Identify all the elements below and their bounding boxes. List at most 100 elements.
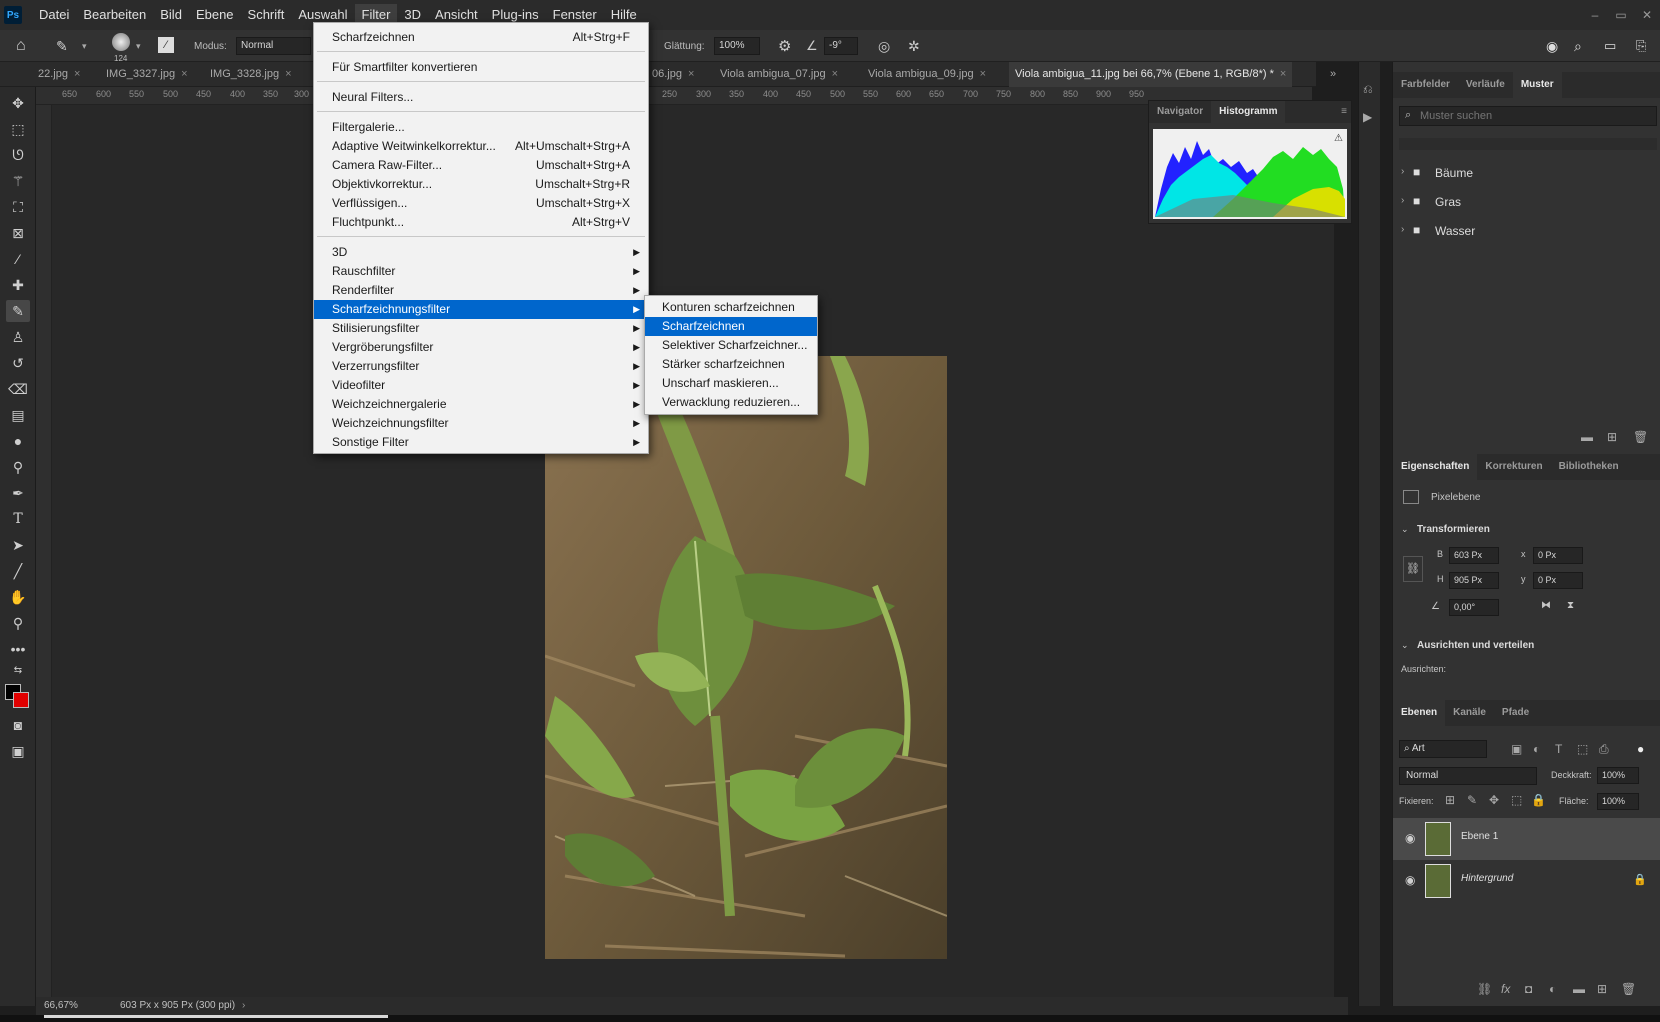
- tab-eigenschaften[interactable]: Eigenschaften: [1393, 454, 1478, 480]
- play-action-icon[interactable]: ▶: [1363, 110, 1372, 124]
- tab-document[interactable]: IMG_3327.jpg ×: [106, 62, 188, 87]
- link-icon[interactable]: ⛓: [1403, 556, 1423, 582]
- lasso-tool-icon[interactable]: ᘎ: [6, 144, 30, 166]
- scrollbar-thumb[interactable]: [44, 1015, 388, 1018]
- chevron-down-icon[interactable]: ⌄: [1401, 524, 1409, 535]
- pattern-search-field[interactable]: ⌕: [1399, 106, 1657, 126]
- pattern-folder[interactable]: › ■ Wasser: [1393, 218, 1660, 244]
- screen-mode-icon[interactable]: ▣: [6, 740, 30, 762]
- menu-item-weitwinkel[interactable]: Adaptive Weitwinkelkorrektur... Alt+Umsch…: [314, 137, 648, 156]
- zoom-level[interactable]: 66,67%: [44, 997, 78, 1015]
- menu-datei[interactable]: Datei: [32, 4, 76, 26]
- home-icon[interactable]: ⌂: [16, 37, 26, 55]
- menu-item-weichzeichnungsfilter[interactable]: Weichzeichnungsfilter ▶: [314, 414, 648, 433]
- clone-stamp-tool-icon[interactable]: ♙: [6, 326, 30, 348]
- tab-korrekturen[interactable]: Korrekturen: [1477, 454, 1550, 480]
- lock-artboard-icon[interactable]: ⬚: [1511, 793, 1522, 807]
- menu-item-weichzeichnergalerie[interactable]: Weichzeichnergalerie ▶: [314, 395, 648, 414]
- menu-item-videofilter[interactable]: Videofilter ▶: [314, 376, 648, 395]
- chevron-down-icon[interactable]: ⌄: [1401, 640, 1409, 651]
- path-selection-tool-icon[interactable]: ➤: [6, 534, 30, 556]
- share-icon[interactable]: ⎘: [1636, 37, 1646, 55]
- tab-verlaeufe[interactable]: Verläufe: [1458, 72, 1513, 98]
- menu-item-fluchtpunkt[interactable]: Fluchtpunkt... Alt+Strg+V: [314, 213, 648, 232]
- chevron-down-icon[interactable]: ▾: [82, 37, 87, 55]
- smoothing-input[interactable]: 100%: [714, 37, 760, 55]
- warning-icon[interactable]: ⚠: [1334, 133, 1343, 144]
- filter-shape-icon[interactable]: ⬚: [1577, 742, 1588, 756]
- blend-mode-select[interactable]: Normal: [1399, 767, 1537, 785]
- trash-icon[interactable]: 🗑: [1633, 430, 1648, 444]
- submenu-item-verwacklung-reduzieren[interactable]: Verwacklung reduzieren...: [645, 393, 817, 412]
- close-icon[interactable]: ×: [832, 68, 838, 80]
- tab-document[interactable]: Viola ambigua_09.jpg ×: [868, 62, 986, 87]
- move-tool-icon[interactable]: ✥: [6, 92, 30, 114]
- menu-item-filtergalerie[interactable]: Filtergalerie...: [314, 118, 648, 137]
- flip-horizontal-icon[interactable]: ⧓: [1541, 600, 1551, 611]
- mode-select[interactable]: Normal: [236, 37, 311, 55]
- more-tools-icon[interactable]: •••: [6, 638, 30, 660]
- pen-tool-icon[interactable]: ✒: [6, 482, 30, 504]
- healing-brush-tool-icon[interactable]: ✚: [6, 274, 30, 296]
- menu-item-scharfzeichnungsfilter[interactable]: Scharfzeichnungsfilter ▶: [314, 300, 648, 319]
- add-mask-icon[interactable]: ◘: [1525, 982, 1532, 996]
- brush-settings-icon[interactable]: ⁄: [158, 37, 174, 53]
- submenu-item-staerker-scharfzeichnen[interactable]: Stärker scharfzeichnen: [645, 355, 817, 374]
- x-input[interactable]: 0 Px: [1533, 547, 1583, 564]
- submenu-item-unscharf-maskieren[interactable]: Unscharf maskieren...: [645, 374, 817, 393]
- fill-input[interactable]: 100%: [1597, 793, 1639, 810]
- zoom-tool-icon[interactable]: ⚲: [6, 612, 30, 634]
- type-tool-icon[interactable]: T: [6, 508, 30, 530]
- tab-ebenen[interactable]: Ebenen: [1393, 700, 1446, 726]
- eye-icon[interactable]: ◉: [1405, 831, 1421, 845]
- history-brush-tool-icon[interactable]: ↺: [6, 352, 30, 374]
- crop-tool-icon[interactable]: ⛶: [6, 196, 30, 218]
- close-icon[interactable]: ×: [181, 68, 187, 80]
- tab-histogramm[interactable]: Histogramm: [1211, 101, 1286, 123]
- layer-row[interactable]: ◉ Ebene 1: [1393, 818, 1660, 860]
- eyedropper-tool-icon[interactable]: ⁄: [6, 248, 30, 270]
- tab-document[interactable]: Viola ambigua_07.jpg ×: [720, 62, 838, 87]
- workspace-icon[interactable]: ▭: [1604, 37, 1616, 55]
- quick-mask-icon[interactable]: ◙: [6, 714, 30, 736]
- line-tool-icon[interactable]: ╱: [6, 560, 30, 582]
- pressure-opacity-icon[interactable]: ◎: [878, 37, 890, 55]
- menu-item-smartfilter[interactable]: Für Smartfilter konvertieren: [314, 58, 648, 77]
- menu-item-scharfzeichnen-last[interactable]: Scharfzeichnen Alt+Strg+F: [314, 28, 648, 47]
- menu-item-stilisierungsfilter[interactable]: Stilisierungsfilter ▶: [314, 319, 648, 338]
- new-pattern-icon[interactable]: ⊞: [1607, 430, 1617, 444]
- trash-icon[interactable]: 🗑: [1621, 982, 1636, 996]
- tab-muster[interactable]: Muster: [1512, 72, 1562, 98]
- lock-pixels-icon[interactable]: ✎: [1467, 793, 1477, 807]
- align-section-title[interactable]: Ausrichten und verteilen: [1417, 640, 1534, 651]
- layer-row[interactable]: ◉ Hintergrund 🔒: [1393, 860, 1660, 902]
- more-tabs-icon[interactable]: »: [1330, 62, 1336, 87]
- submenu-item-konturen[interactable]: Konturen scharfzeichnen: [645, 298, 817, 317]
- tab-kanaele[interactable]: Kanäle: [1445, 700, 1494, 726]
- brush-tool-icon[interactable]: ✎: [6, 300, 30, 322]
- status-arrow-icon[interactable]: ›: [242, 997, 245, 1015]
- lock-transparency-icon[interactable]: ⊞: [1445, 793, 1455, 807]
- magic-wand-tool-icon[interactable]: ⚚: [6, 170, 30, 192]
- submenu-item-selektiver-scharfzeichner[interactable]: Selektiver Scharfzeichner...: [645, 336, 817, 355]
- pattern-folder[interactable]: › ■ Bäume: [1393, 160, 1660, 186]
- menu-item-3d[interactable]: 3D ▶: [314, 243, 648, 262]
- background-color-swatch[interactable]: [13, 692, 29, 708]
- submenu-item-scharfzeichnen[interactable]: Scharfzeichnen: [645, 317, 817, 336]
- close-icon[interactable]: ×: [1280, 68, 1286, 80]
- marquee-tool-icon[interactable]: ⬚: [6, 118, 30, 140]
- flip-vertical-icon[interactable]: ⧗: [1567, 600, 1574, 611]
- new-layer-icon[interactable]: ⊞: [1597, 982, 1607, 996]
- eye-icon[interactable]: ◉: [1405, 873, 1421, 887]
- tab-bibliotheken[interactable]: Bibliotheken: [1551, 454, 1627, 480]
- chevron-right-icon[interactable]: ›: [1401, 224, 1404, 235]
- pattern-folder[interactable]: › ■ Gras: [1393, 189, 1660, 215]
- menu-item-sonstige-filter[interactable]: Sonstige Filter ▶: [314, 433, 648, 452]
- menu-item-neural-filters[interactable]: Neural Filters...: [314, 88, 648, 107]
- close-icon[interactable]: ×: [980, 68, 986, 80]
- menu-item-rauschfilter[interactable]: Rauschfilter ▶: [314, 262, 648, 281]
- close-icon[interactable]: ×: [285, 68, 291, 80]
- tab-document[interactable]: IMG_3328.jpg ×: [210, 62, 292, 87]
- tab-document[interactable]: 22.jpg ×: [38, 62, 80, 87]
- opacity-input[interactable]: 100%: [1597, 767, 1639, 784]
